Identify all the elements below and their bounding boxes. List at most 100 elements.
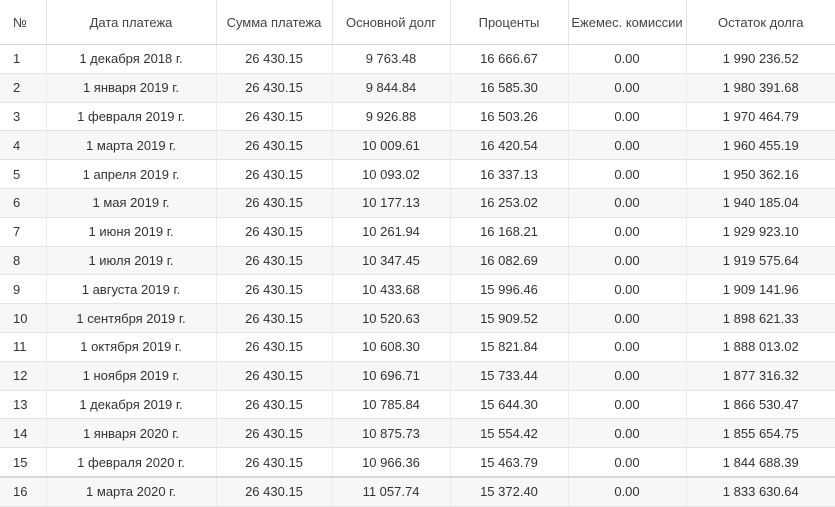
table-body: 11 декабря 2018 г. 26 430.15 9 763.48 16 66… (0, 44, 835, 507)
cell-payment-date: 1 августа 2019 г. (46, 274, 217, 305)
cell-interest: 16 253.02 (450, 188, 569, 218)
cell-principal: 9 844.84 (332, 73, 451, 103)
cell-payment-amount: 26 430.15 (216, 475, 333, 507)
cell-principal: 9 926.88 (332, 102, 451, 132)
cell-number: 12 (0, 361, 47, 391)
cell-principal: 10 261.94 (332, 217, 451, 247)
cell-remaining-balance: 1 960 455.19 (686, 130, 835, 161)
cell-interest: 15 996.46 (450, 274, 569, 305)
cell-monthly-fees: 0.00 (568, 274, 687, 305)
cell-payment-amount: 26 430.15 (216, 44, 333, 74)
cell-payment-date: 1 мая 2019 г. (46, 188, 217, 218)
table-row: 11 1 октября 2019 г. 26 430.15 10 608.30 15 … (0, 332, 835, 362)
cell-interest: 15 909.52 (450, 303, 569, 333)
cell-principal: 11 057.74 (332, 475, 451, 507)
cell-payment-date: 1 декабря 2019 г. (46, 390, 217, 420)
cell-number: 16 (0, 475, 47, 507)
cell-remaining-balance: 1 909 141.96 (686, 274, 835, 305)
table-row: 14 1 января 2020 г. 26 430.15 10 875.73 15 5… (0, 418, 835, 449)
cell-monthly-fees: 0.00 (568, 447, 687, 478)
cell-monthly-fees: 0.00 (568, 418, 687, 449)
cell-principal: 10 347.45 (332, 246, 451, 276)
table-row: 15 1 февраля 2020 г. 26 430.15 10 966.36 15 … (0, 447, 835, 478)
cell-interest: 16 503.26 (450, 102, 569, 132)
cell-interest: 16 585.30 (450, 73, 569, 103)
cell-remaining-balance: 1 950 362.16 (686, 159, 835, 189)
cell-monthly-fees: 0.00 (568, 246, 687, 276)
cell-number: 15 (0, 447, 47, 478)
table-row: 81 июля 2019 г. 26 430.15 10 347.45 16 082.… (0, 246, 835, 276)
cell-remaining-balance: 1 898 621.33 (686, 303, 835, 333)
cell-payment-date: 1 июля 2019 г. (46, 246, 217, 276)
table-row: 11 декабря 2018 г. 26 430.15 9 763.48 16 66… (0, 44, 835, 74)
cell-monthly-fees: 0.00 (568, 102, 687, 132)
table-row: 91 августа 2019 г. 26 430.15 10 433.68 15 9… (0, 274, 835, 305)
cell-interest: 15 733.44 (450, 361, 569, 391)
cell-payment-amount: 26 430.15 (216, 332, 333, 362)
cell-number: 10 (0, 303, 47, 333)
cell-principal: 10 696.71 (332, 361, 451, 391)
cell-monthly-fees: 0.00 (568, 475, 687, 507)
cell-number: 14 (0, 418, 47, 449)
table-header-row: № Дата платежа Сумма платежа Основной до… (0, 0, 835, 45)
cell-payment-date: 1 марта 2020 г. (46, 475, 217, 507)
table-row: 13 1 декабря 2019 г. 26 430.15 10 785.84 15 … (0, 390, 835, 420)
table-row: 31 февраля 2019 г. 26 430.15 9 926.88 16 50… (0, 102, 835, 132)
cell-payment-amount: 26 430.15 (216, 303, 333, 333)
cell-principal: 10 875.73 (332, 418, 451, 449)
cell-principal: 10 093.02 (332, 159, 451, 189)
cell-monthly-fees: 0.00 (568, 361, 687, 391)
cell-interest: 15 821.84 (450, 332, 569, 362)
cell-payment-date: 1 октября 2019 г. (46, 332, 217, 362)
cell-principal: 10 785.84 (332, 390, 451, 420)
cell-principal: 10 009.61 (332, 130, 451, 161)
cell-remaining-balance: 1 877 316.32 (686, 361, 835, 391)
cell-remaining-balance: 1 940 185.04 (686, 188, 835, 218)
cell-monthly-fees: 0.00 (568, 188, 687, 218)
cell-payment-amount: 26 430.15 (216, 188, 333, 218)
cell-payment-amount: 26 430.15 (216, 390, 333, 420)
table-row: 21 января 2019 г. 26 430.15 9 844.84 16 585… (0, 73, 835, 103)
cell-monthly-fees: 0.00 (568, 217, 687, 247)
cell-payment-date: 1 февраля 2019 г. (46, 102, 217, 132)
table-row: 71 июня 2019 г. 26 430.15 10 261.94 16 168.… (0, 217, 835, 247)
cell-interest: 16 337.13 (450, 159, 569, 189)
cell-payment-amount: 26 430.15 (216, 159, 333, 189)
cell-payment-amount: 26 430.15 (216, 361, 333, 391)
cell-monthly-fees: 0.00 (568, 44, 687, 74)
header-payment-date: Дата платежа (46, 0, 217, 45)
cell-principal: 10 608.30 (332, 332, 451, 362)
header-interest: Проценты (450, 0, 569, 45)
cell-monthly-fees: 0.00 (568, 332, 687, 362)
cell-number: 11 (0, 332, 47, 362)
cell-interest: 15 463.79 (450, 447, 569, 478)
table-row: 12 1 ноября 2019 г. 26 430.15 10 696.71 15 7… (0, 361, 835, 391)
cell-number: 9 (0, 274, 47, 305)
cell-payment-amount: 26 430.15 (216, 447, 333, 478)
cell-remaining-balance: 1 929 923.10 (686, 217, 835, 247)
header-remaining-balance: Остаток долга (686, 0, 835, 45)
header-payment-amount: Сумма платежа (216, 0, 333, 45)
cell-payment-amount: 26 430.15 (216, 418, 333, 449)
cell-number: 6 (0, 188, 47, 218)
cell-remaining-balance: 1 866 530.47 (686, 390, 835, 420)
table-row: 51 апреля 2019 г. 26 430.15 10 093.02 16 33… (0, 159, 835, 189)
cell-interest: 15 554.42 (450, 418, 569, 449)
cell-monthly-fees: 0.00 (568, 159, 687, 189)
cell-payment-amount: 26 430.15 (216, 73, 333, 103)
cell-number: 2 (0, 73, 47, 103)
cell-principal: 9 763.48 (332, 44, 451, 74)
cell-payment-date: 1 сентября 2019 г. (46, 303, 217, 333)
cell-remaining-balance: 1 990 236.52 (686, 44, 835, 74)
cell-payment-date: 1 апреля 2019 г. (46, 159, 217, 189)
cell-monthly-fees: 0.00 (568, 390, 687, 420)
cell-interest: 16 168.21 (450, 217, 569, 247)
cell-payment-date: 1 июня 2019 г. (46, 217, 217, 247)
cell-payment-date: 1 января 2020 г. (46, 418, 217, 449)
cell-remaining-balance: 1 855 654.75 (686, 418, 835, 449)
cell-number: 13 (0, 390, 47, 420)
cell-payment-date: 1 февраля 2020 г. (46, 447, 217, 478)
cell-interest: 16 082.69 (450, 246, 569, 276)
cell-number: 3 (0, 102, 47, 132)
cell-remaining-balance: 1 888 013.02 (686, 332, 835, 362)
